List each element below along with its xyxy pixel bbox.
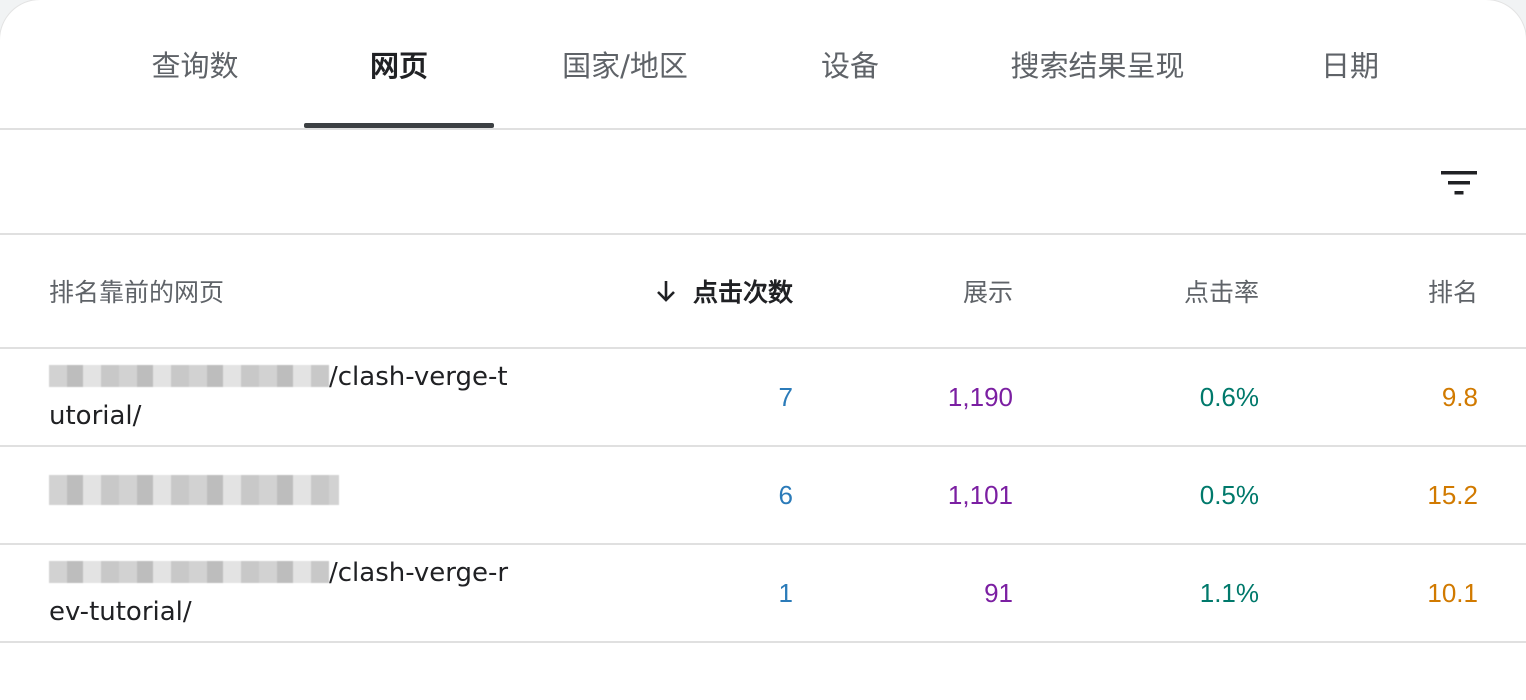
table-row[interactable]: /clash-verge-rev-tutorial/ 1 91 1.1% 10.… xyxy=(0,545,1526,643)
column-header-page: 排名靠前的网页 xyxy=(49,278,225,307)
impressions-value: 91 xyxy=(984,577,1013,608)
redacted-domain xyxy=(49,365,329,387)
ctr-value: 1.1% xyxy=(1199,577,1259,608)
filter-button[interactable] xyxy=(1430,154,1488,212)
dimension-tabs: 查询数 网页 国家/地区 设备 搜索结果呈现 日期 xyxy=(0,0,1526,130)
active-tab-indicator xyxy=(304,123,494,128)
table-row[interactable]: /clash-verge-tutorial/ 7 1,190 0.6% 9.8 xyxy=(0,349,1526,447)
table-header: 排名靠前的网页 点击次数 展示 点击率 排名 xyxy=(0,235,1526,349)
table-toolbar xyxy=(0,130,1526,235)
column-header-clicks[interactable]: 点击次数 xyxy=(600,235,793,347)
ctr-value: 0.5% xyxy=(1199,479,1259,510)
tab-dates[interactable]: 日期 xyxy=(1275,0,1425,128)
tab-pages[interactable]: 网页 xyxy=(304,0,494,128)
tab-countries[interactable]: 国家/地区 xyxy=(530,0,720,128)
redacted-domain xyxy=(49,475,339,505)
page-url-cell xyxy=(49,447,519,543)
column-header-position[interactable]: 排名 xyxy=(1360,235,1478,347)
tab-devices[interactable]: 设备 xyxy=(775,0,925,128)
impressions-value: 1,101 xyxy=(947,479,1013,510)
position-value: 10.1 xyxy=(1427,577,1478,608)
page-url-cell: /clash-verge-rev-tutorial/ xyxy=(49,545,519,641)
performance-card: 查询数 网页 国家/地区 设备 搜索结果呈现 日期 排名靠前的网页 点击次数 展… xyxy=(0,0,1526,700)
column-header-impressions[interactable]: 展示 xyxy=(880,235,1013,347)
table-row[interactable]: 6 1,101 0.5% 15.2 xyxy=(0,447,1526,545)
clicks-value: 6 xyxy=(778,479,793,510)
page-url-cell: /clash-verge-tutorial/ xyxy=(49,349,519,445)
redacted-domain xyxy=(49,561,329,583)
arrow-down-icon xyxy=(657,281,675,302)
tab-search-appearance[interactable]: 搜索结果呈现 xyxy=(985,0,1210,128)
tab-queries[interactable]: 查询数 xyxy=(120,0,270,128)
clicks-value: 7 xyxy=(778,381,793,412)
position-value: 15.2 xyxy=(1427,479,1478,510)
impressions-value: 1,190 xyxy=(947,381,1013,412)
clicks-value: 1 xyxy=(778,577,793,608)
position-value: 9.8 xyxy=(1441,381,1478,412)
column-header-clicks-label: 点击次数 xyxy=(692,278,793,307)
column-header-ctr[interactable]: 点击率 xyxy=(1120,235,1259,347)
ctr-value: 0.6% xyxy=(1199,381,1259,412)
filter-icon xyxy=(1441,171,1477,195)
